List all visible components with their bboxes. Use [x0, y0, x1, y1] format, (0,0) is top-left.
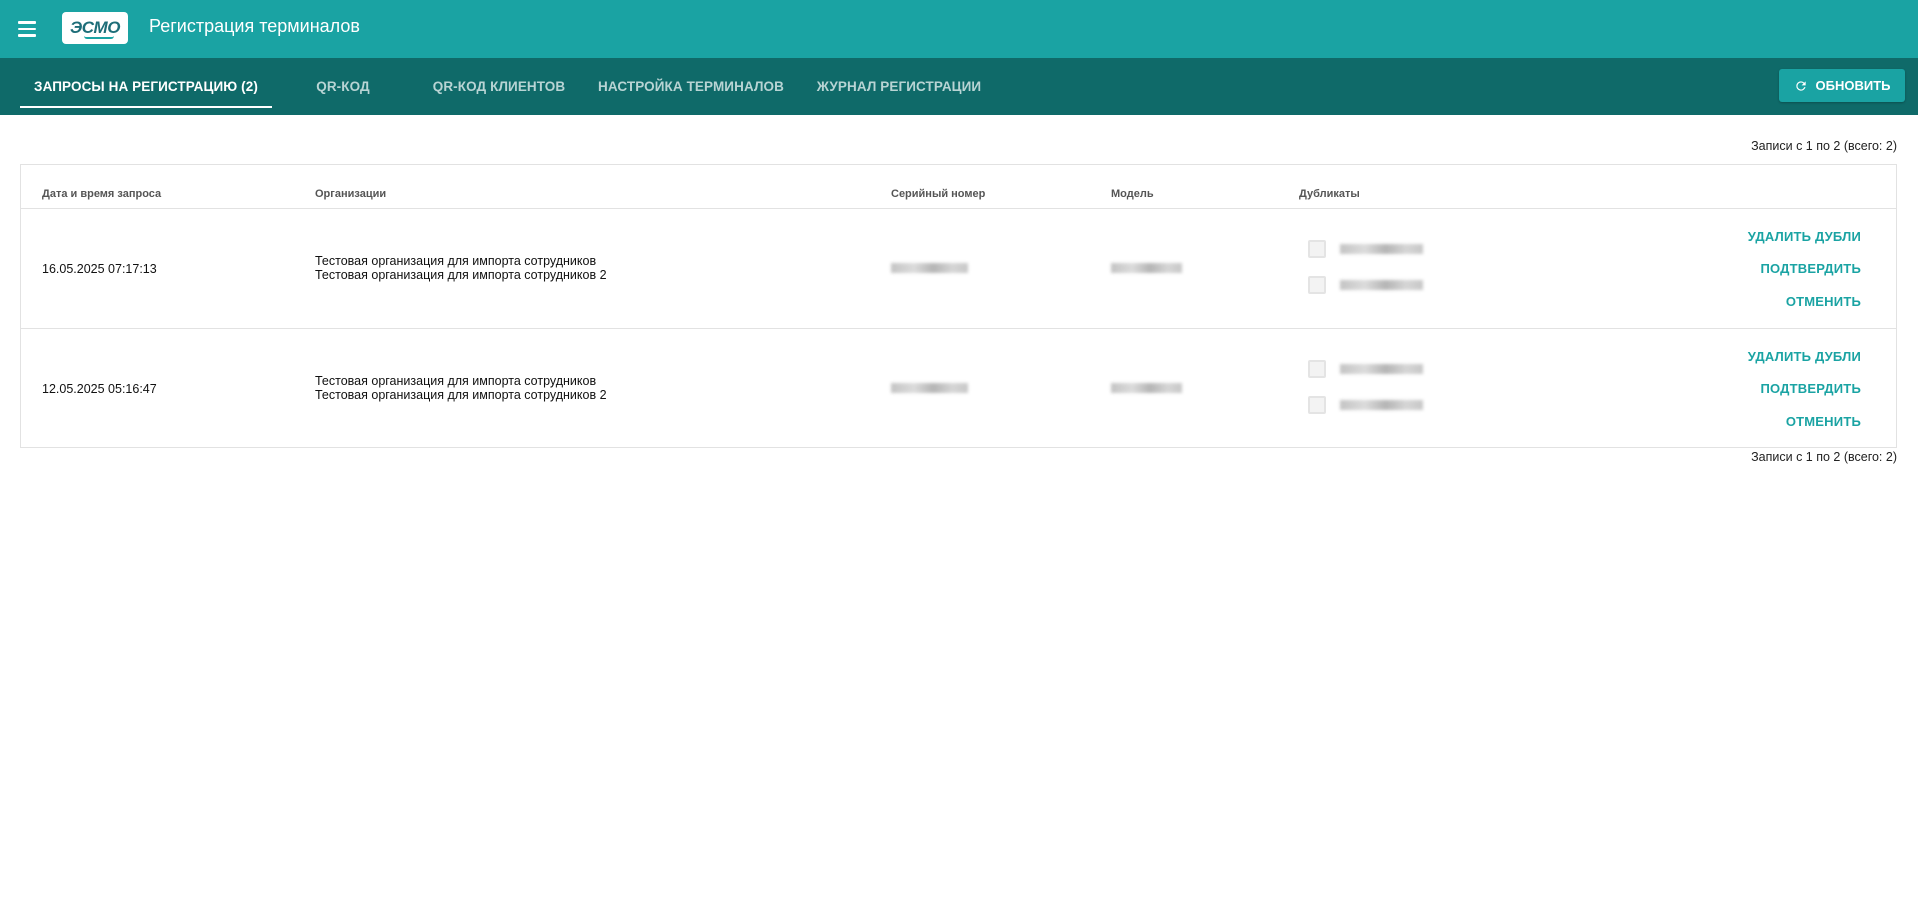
tab-bar: ЗАПРОСЫ НА РЕГИСТРАЦИЮ (2) QR-КОД QR-КОД…	[0, 58, 1918, 115]
duplicate-item	[1308, 240, 1423, 258]
organization-name: Тестовая организация для импорта сотрудн…	[315, 268, 607, 282]
active-tab-indicator	[20, 106, 272, 108]
column-header-serial[interactable]: Серийный номер	[891, 188, 985, 200]
records-counter-bottom: Записи с 1 по 2 (всего: 2)	[1751, 450, 1897, 464]
records-counter-top: Записи с 1 по 2 (всего: 2)	[1751, 139, 1897, 153]
refresh-icon	[1795, 80, 1806, 91]
refresh-button[interactable]: ОБНОВИТЬ	[1779, 69, 1905, 102]
duplicate-checkbox[interactable]	[1308, 276, 1326, 294]
tab-qr-code[interactable]: QR-КОД	[290, 58, 396, 115]
duplicate-checkbox[interactable]	[1308, 240, 1326, 258]
confirm-button[interactable]: ПОДТВЕРДИТЬ	[1761, 261, 1862, 276]
duplicate-label-redacted	[1340, 280, 1423, 290]
tab-client-qr-code[interactable]: QR-КОД КЛИЕНТОВ	[428, 58, 570, 115]
organizations-cell: Тестовая организация для импорта сотрудн…	[315, 374, 607, 402]
menu-icon[interactable]	[18, 16, 44, 42]
confirm-button[interactable]: ПОДТВЕРДИТЬ	[1761, 381, 1862, 396]
duplicate-label-redacted	[1340, 244, 1423, 254]
table-row: 16.05.2025 07:17:13 Тестовая организация…	[21, 209, 1896, 329]
organization-name: Тестовая организация для импорта сотрудн…	[315, 388, 607, 402]
registration-requests-table: Дата и время запроса Организации Серийны…	[20, 164, 1897, 448]
table-row: 12.05.2025 05:16:47 Тестовая организация…	[21, 329, 1896, 449]
cancel-button[interactable]: ОТМЕНИТЬ	[1786, 294, 1861, 309]
serial-number-redacted	[891, 263, 968, 273]
duplicate-item	[1308, 360, 1423, 378]
column-header-duplicates[interactable]: Дубликаты	[1299, 188, 1360, 200]
request-datetime: 16.05.2025 07:17:13	[42, 262, 157, 276]
model-redacted	[1111, 263, 1182, 273]
organization-name: Тестовая организация для импорта сотрудн…	[315, 374, 597, 388]
organization-name: Тестовая организация для импорта сотрудн…	[315, 254, 597, 268]
organizations-cell: Тестовая организация для импорта сотрудн…	[315, 254, 607, 282]
duplicate-item	[1308, 396, 1423, 414]
column-header-datetime[interactable]: Дата и время запроса	[42, 188, 161, 200]
page-title: Регистрация терминалов	[149, 16, 360, 36]
refresh-label: ОБНОВИТЬ	[1815, 78, 1891, 93]
duplicate-item	[1308, 276, 1423, 294]
duplicate-checkbox[interactable]	[1308, 396, 1326, 414]
model-redacted	[1111, 383, 1182, 393]
app-bar: ЭСМО Регистрация терминалов	[0, 0, 1918, 58]
request-datetime: 12.05.2025 05:16:47	[42, 382, 157, 396]
tab-terminal-settings[interactable]: НАСТРОЙКА ТЕРМИНАЛОВ	[594, 58, 788, 115]
duplicate-label-redacted	[1340, 364, 1423, 374]
column-header-model[interactable]: Модель	[1111, 188, 1154, 200]
cancel-button[interactable]: ОТМЕНИТЬ	[1786, 414, 1861, 429]
column-header-organizations[interactable]: Организации	[315, 188, 386, 200]
serial-number-redacted	[891, 383, 968, 393]
app-logo[interactable]: ЭСМО	[62, 12, 128, 44]
logo-text: ЭСМО	[70, 18, 120, 37]
delete-duplicates-button[interactable]: УДАЛИТЬ ДУБЛИ	[1748, 229, 1861, 244]
duplicate-checkbox[interactable]	[1308, 360, 1326, 378]
tab-registration-log[interactable]: ЖУРНАЛ РЕГИСТРАЦИИ	[812, 58, 986, 115]
table-header: Дата и время запроса Организации Серийны…	[21, 165, 1896, 209]
delete-duplicates-button[interactable]: УДАЛИТЬ ДУБЛИ	[1748, 349, 1861, 364]
duplicate-label-redacted	[1340, 400, 1423, 410]
